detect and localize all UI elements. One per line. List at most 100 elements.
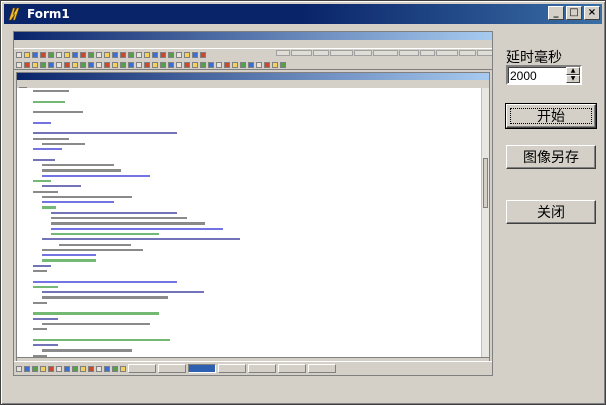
editor-gutter (17, 88, 26, 357)
toolbar-icon (48, 61, 54, 68)
code-text-mark (33, 338, 170, 342)
code-editor-window (16, 72, 490, 368)
toolbar-icon (176, 61, 182, 68)
spin-down-button[interactable]: ▼ (566, 75, 580, 83)
toolbar-icon (128, 51, 134, 58)
taskbar-icon (48, 365, 54, 372)
taskbar-icon (40, 365, 46, 372)
save-image-as-label: 图像另存 (523, 150, 579, 166)
toolbar-icon (152, 61, 158, 68)
taskbar-button (158, 364, 186, 373)
maximize-button[interactable]: □ (566, 6, 582, 20)
ide-menu-bar (14, 40, 492, 48)
code-text-mark (41, 238, 240, 241)
title-bar[interactable]: Form1 _ □ × (4, 4, 602, 24)
delphi-app-icon (8, 7, 20, 21)
toolbar-icon (200, 51, 206, 58)
arrow-down-icon: ▼ (570, 75, 576, 82)
spin-up-button[interactable]: ▲ (566, 67, 580, 75)
palette-tab (291, 50, 312, 56)
taskbar-button (188, 364, 216, 373)
toolbar-icon (192, 61, 198, 68)
code-text-mark (41, 164, 114, 167)
palette-tab (373, 50, 398, 56)
toolbar-icon (64, 61, 70, 68)
palette-tab (354, 50, 372, 56)
spin-buttons: ▲ ▼ (566, 67, 580, 83)
code-text-mark (33, 270, 48, 273)
toolbar-icon (48, 51, 54, 58)
delay-spin-edit[interactable]: ▲ ▼ (506, 65, 582, 85)
start-button-label: 开始 (537, 109, 565, 125)
code-text-mark (41, 322, 150, 326)
taskbar-icon (64, 365, 70, 372)
toolbar-icon (120, 61, 126, 68)
minimize-button[interactable]: _ (548, 6, 564, 20)
delay-input[interactable] (510, 68, 568, 83)
toolbar-icon (40, 61, 46, 68)
code-text-mark (41, 291, 204, 294)
code-text-mark (33, 158, 55, 161)
taskbar-icon (56, 365, 62, 372)
toolbar-icon (96, 51, 102, 58)
toolbar-icon (88, 51, 94, 58)
toolbar-icon (144, 61, 150, 68)
taskbar-icon (96, 365, 102, 372)
code-text-mark (33, 280, 177, 283)
toolbar-icon (64, 51, 70, 58)
code-text-mark (50, 232, 159, 236)
toolbar-icon (176, 51, 182, 58)
code-text-mark (41, 349, 132, 352)
close-button[interactable]: 关闭 (506, 200, 596, 224)
palette-tab (399, 50, 419, 56)
ide-toolbar-row (16, 50, 206, 59)
code-text-mark (41, 254, 96, 257)
toolbar-icon (264, 61, 270, 68)
close-button-label: 关闭 (537, 205, 565, 221)
code-text-mark (33, 148, 62, 151)
taskbar-button (218, 364, 246, 373)
start-button[interactable]: 开始 (505, 103, 597, 129)
taskbar-icon (104, 365, 110, 372)
toolbar-icon (248, 61, 254, 68)
toolbar-icon (32, 61, 38, 68)
toolbar-icon (224, 61, 230, 68)
palette-tab (436, 50, 458, 56)
maximize-icon: □ (569, 7, 579, 18)
code-text-mark (33, 121, 51, 124)
palette-tab (459, 50, 476, 56)
toolbar-icon (96, 61, 102, 68)
save-image-as-button[interactable]: 图像另存 (506, 145, 596, 169)
taskbar-icon (16, 365, 22, 372)
code-text-mark (33, 317, 59, 320)
editor-scroll-thumb (483, 158, 488, 208)
toolbar-icon (32, 51, 38, 58)
code-text-mark (41, 195, 132, 199)
code-text-mark (50, 211, 177, 214)
toolbar-icon (144, 51, 150, 58)
code-text-mark (41, 174, 150, 177)
code-text-mark (41, 185, 82, 188)
code-text-mark (59, 243, 132, 246)
taskbar-button (278, 364, 306, 373)
toolbar-icon (56, 51, 62, 58)
toolbar-icon (40, 51, 46, 58)
toolbar-icon (24, 61, 30, 68)
code-text-mark (33, 301, 48, 304)
taskbar-icon (72, 365, 78, 372)
code-text-mark (33, 190, 59, 193)
toolbar-icon (240, 61, 246, 68)
ide-title-bar (14, 32, 492, 40)
close-window-button[interactable]: × (584, 6, 600, 20)
toolbar-icon (160, 61, 166, 68)
code-text-mark (33, 328, 48, 331)
toolbar-icon (160, 51, 166, 58)
source-code-area (27, 88, 481, 357)
toolbar-icon (104, 51, 110, 58)
toolbar-icon (184, 61, 190, 68)
palette-tab (330, 50, 353, 56)
toolbar-icon (216, 61, 222, 68)
code-text-mark (33, 89, 69, 93)
toolbar-icon (168, 61, 174, 68)
code-text-mark (50, 217, 188, 220)
